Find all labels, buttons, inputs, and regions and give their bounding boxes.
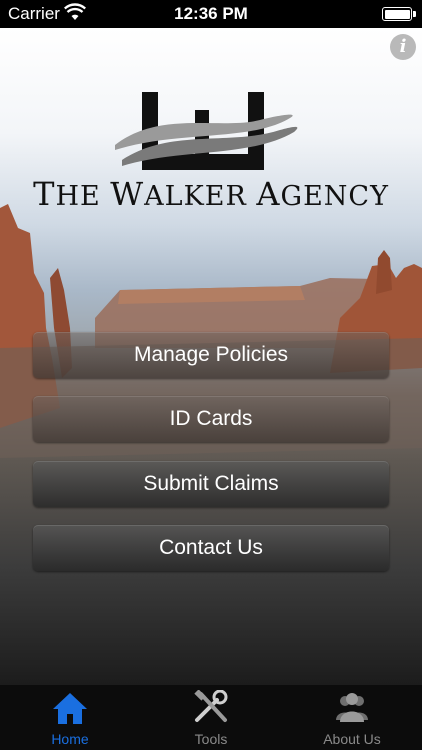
tab-tools[interactable]: Tools: [141, 685, 281, 750]
home-icon: [53, 693, 87, 724]
submit-claims-button[interactable]: Submit Claims: [33, 461, 389, 507]
manage-policies-button[interactable]: Manage Policies: [33, 332, 389, 378]
tab-home-label: Home: [51, 731, 89, 747]
tab-bar: Home Tools About Us: [0, 685, 422, 750]
id-cards-button[interactable]: ID Cards: [33, 396, 389, 442]
status-bar: Carrier 12:36 PM: [0, 0, 422, 28]
battery-icon: [382, 7, 416, 21]
tab-about-us-label: About Us: [323, 731, 381, 747]
info-icon[interactable]: i: [390, 34, 416, 60]
tab-home[interactable]: Home: [0, 685, 140, 750]
agency-name: THE WALKER AGENCY: [33, 175, 389, 213]
tab-tools-label: Tools: [194, 731, 228, 747]
clock: 12:36 PM: [174, 4, 248, 23]
tab-about-us[interactable]: About Us: [282, 685, 422, 750]
people-icon: [336, 693, 368, 722]
contact-us-button[interactable]: Contact Us: [33, 525, 389, 571]
tools-icon: [194, 690, 228, 722]
